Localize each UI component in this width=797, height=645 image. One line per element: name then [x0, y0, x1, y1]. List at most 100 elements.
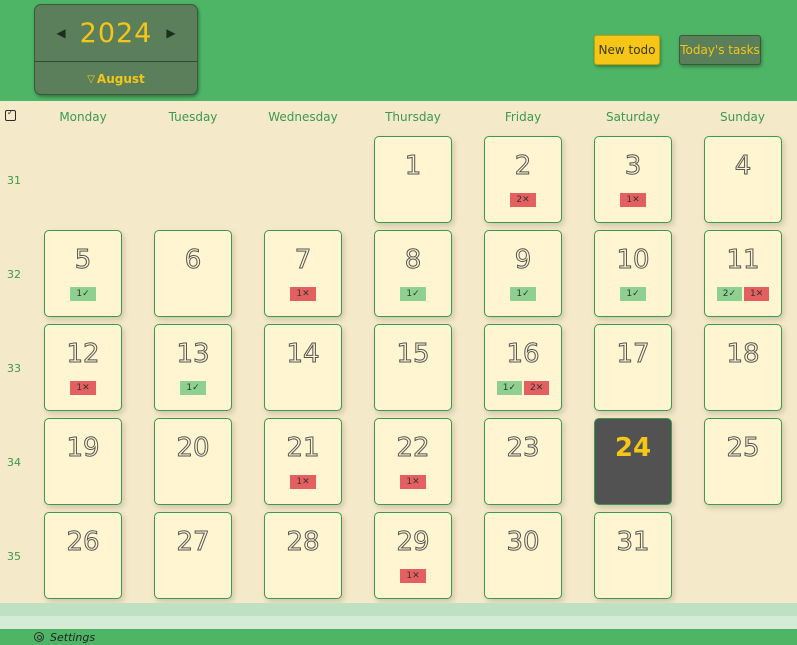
day-number: 25 — [726, 433, 760, 464]
task-badges: 1✕ — [375, 569, 451, 583]
day-number: 3 — [624, 151, 642, 182]
month-label: August — [96, 72, 145, 86]
day-number: 24 — [614, 433, 652, 463]
day-number: 20 — [176, 433, 210, 464]
day-number: 15 — [396, 339, 430, 370]
day-cell[interactable]: 13 1✓ — [154, 324, 232, 411]
day-number: 8 — [404, 245, 422, 276]
day-cell[interactable]: 12 1✕ — [44, 324, 122, 411]
day-cell[interactable]: 15 — [374, 324, 452, 411]
day-cell[interactable]: 14 — [264, 324, 342, 411]
failed-badge[interactable]: 2✕ — [524, 381, 550, 395]
day-header-saturday: Saturday — [605, 110, 661, 124]
settings-link[interactable]: Settings — [34, 630, 95, 644]
day-cell[interactable]: 20 — [154, 418, 232, 505]
task-badges: 1✕ — [265, 287, 341, 301]
month-dropdown[interactable]: ▽ August — [35, 67, 197, 91]
day-cell[interactable]: 1 — [374, 136, 452, 223]
failed-badge[interactable]: 1✕ — [620, 193, 646, 207]
day-number: 2 — [514, 151, 532, 182]
next-year-icon[interactable]: ▶ — [166, 26, 175, 40]
task-badges: 2✓ 1✕ — [705, 287, 781, 301]
day-cell[interactable]: 23 — [484, 418, 562, 505]
year-month-selector: ◀ 2024 ▶ ▽ August — [34, 4, 198, 95]
calendar-grid: Monday Tuesday Wednesday Thursday Friday Satu… — [0, 101, 797, 603]
day-cell[interactable]: 26 — [44, 512, 122, 599]
day-cell[interactable]: 3 1✕ — [594, 136, 672, 223]
week-number: 32 — [7, 267, 21, 281]
task-badges: 1✓ 2✕ — [485, 381, 561, 395]
day-number: 19 — [66, 433, 100, 464]
completed-badge[interactable]: 1✓ — [510, 287, 536, 301]
week-number: 33 — [7, 361, 21, 375]
day-cell[interactable]: 29 1✕ — [374, 512, 452, 599]
day-cell[interactable]: 11 2✓ 1✕ — [704, 230, 782, 317]
day-number: 5 — [74, 245, 92, 276]
day-cell[interactable]: 5 1✓ — [44, 230, 122, 317]
day-header-sunday: Sunday — [720, 110, 765, 124]
week-number: 35 — [7, 549, 21, 563]
day-cell[interactable]: 21 1✕ — [264, 418, 342, 505]
week-number: 31 — [7, 173, 21, 187]
todays-tasks-button[interactable]: Today's tasks — [679, 35, 761, 65]
day-cell[interactable]: 8 1✓ — [374, 230, 452, 317]
day-cell[interactable]: 30 — [484, 512, 562, 599]
day-header-tuesday: Tuesday — [168, 110, 218, 124]
failed-badge[interactable]: 1✕ — [290, 475, 316, 489]
year-label: 2024 — [79, 17, 153, 49]
day-cell[interactable]: 7 1✕ — [264, 230, 342, 317]
completed-badge[interactable]: 1✓ — [496, 381, 522, 395]
completed-badge[interactable]: 1✓ — [70, 287, 96, 301]
day-number: 23 — [506, 433, 540, 464]
day-cell[interactable]: 31 — [594, 512, 672, 599]
footer-band — [0, 616, 797, 629]
day-number: 26 — [66, 527, 100, 558]
day-cell[interactable]: 2 2✕ — [484, 136, 562, 223]
task-badges: 1✕ — [375, 475, 451, 489]
failed-badge[interactable]: 1✕ — [400, 475, 426, 489]
completed-badge[interactable]: 2✓ — [716, 287, 742, 301]
week-number: 34 — [7, 455, 21, 469]
day-cell[interactable]: 18 — [704, 324, 782, 411]
new-todo-button[interactable]: New todo — [594, 35, 660, 65]
app-header: ◀ 2024 ▶ ▽ August New todo Today's tasks — [0, 0, 797, 101]
completed-badge[interactable]: 1✓ — [620, 287, 646, 301]
day-cell[interactable]: 4 — [704, 136, 782, 223]
settings-label: Settings — [50, 630, 96, 644]
task-badges: 1✕ — [595, 193, 671, 207]
failed-badge[interactable]: 1✕ — [290, 287, 316, 301]
day-cell[interactable]: 6 — [154, 230, 232, 317]
day-cell[interactable]: 17 — [594, 324, 672, 411]
day-number: 17 — [616, 339, 650, 370]
day-number: 1 — [404, 151, 422, 182]
day-cell[interactable]: 25 — [704, 418, 782, 505]
failed-badge[interactable]: 1✕ — [70, 381, 96, 395]
day-header-friday: Friday — [504, 110, 542, 124]
failed-badge[interactable]: 2✕ — [510, 193, 536, 207]
day-cell[interactable]: 10 1✓ — [594, 230, 672, 317]
day-header-monday: Monday — [59, 110, 107, 124]
day-number: 7 — [294, 245, 312, 276]
day-cell[interactable]: 9 1✓ — [484, 230, 562, 317]
day-cell[interactable]: 16 1✓ 2✕ — [484, 324, 562, 411]
task-badges: 1✓ — [375, 287, 451, 301]
completed-badge[interactable]: 1✓ — [400, 287, 426, 301]
day-cell[interactable]: 22 1✕ — [374, 418, 452, 505]
calendar-check-icon[interactable] — [5, 108, 16, 121]
completed-badge[interactable]: 1✓ — [180, 381, 206, 395]
year-row: ◀ 2024 ▶ — [35, 5, 197, 61]
prev-year-icon[interactable]: ◀ — [56, 26, 65, 40]
day-number: 30 — [506, 527, 540, 558]
day-header-thursday: Thursday — [385, 110, 441, 124]
footer — [0, 629, 797, 645]
task-badges: 2✕ — [485, 193, 561, 207]
day-cell[interactable]: 19 — [44, 418, 122, 505]
day-number: 29 — [396, 527, 430, 558]
task-badges: 1✓ — [595, 287, 671, 301]
day-cell-today[interactable]: 24 — [594, 418, 672, 505]
failed-badge[interactable]: 1✕ — [744, 287, 770, 301]
failed-badge[interactable]: 1✕ — [400, 569, 426, 583]
day-number: 21 — [286, 433, 320, 464]
day-cell[interactable]: 27 — [154, 512, 232, 599]
day-cell[interactable]: 28 — [264, 512, 342, 599]
